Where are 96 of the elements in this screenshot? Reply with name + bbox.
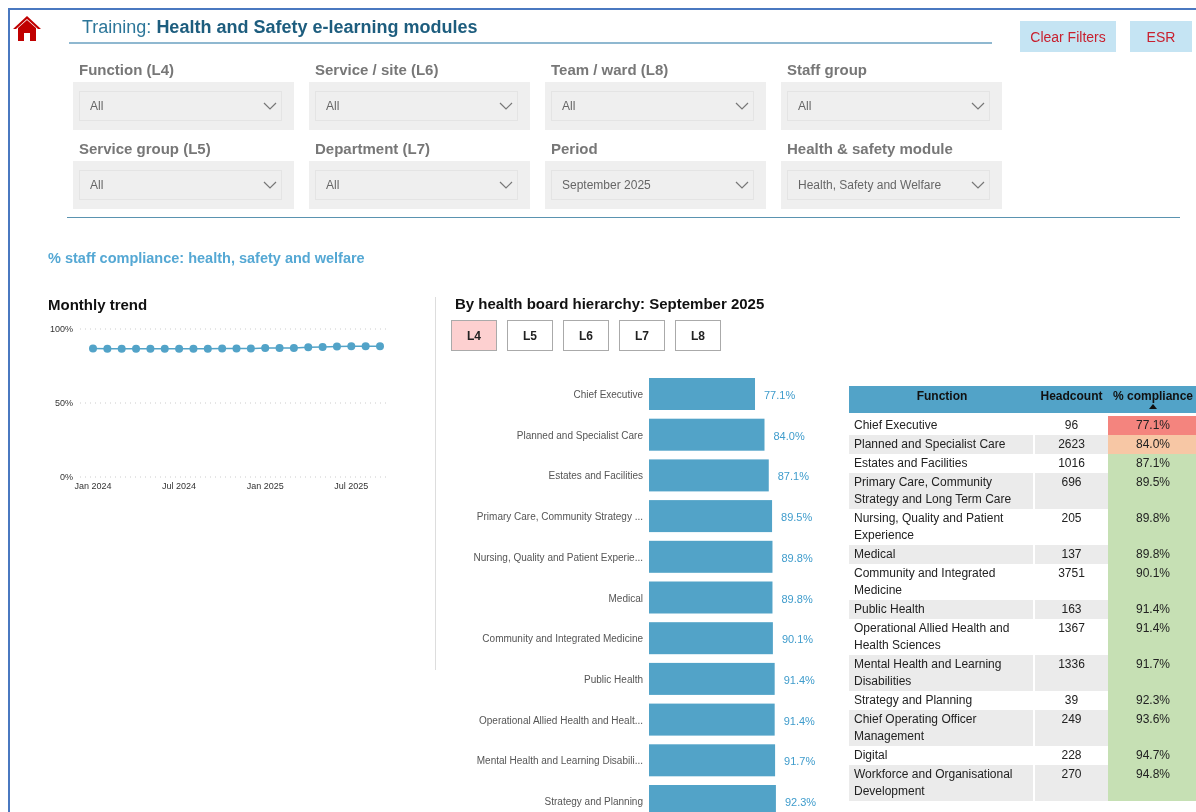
- bar-label: Estates and Facilities: [548, 470, 643, 482]
- table-cell: 2623: [1035, 435, 1108, 454]
- chevron-icon: [499, 181, 513, 189]
- level-button[interactable]: L7: [619, 320, 665, 351]
- chevron-icon: [499, 102, 513, 110]
- compliance-cell: 77.1%: [1108, 416, 1196, 435]
- filter-label: Department (L7): [314, 139, 431, 159]
- table-cell: Chief Operating Officer Management: [849, 710, 1035, 746]
- filter-dropdown[interactable]: All: [79, 170, 282, 200]
- compliance-cell: 92.3%: [1108, 691, 1196, 710]
- compliance-cell: 91.7%: [1108, 655, 1196, 691]
- home-icon[interactable]: [12, 14, 42, 42]
- table-cell: 163: [1035, 600, 1108, 619]
- value-label: 91.7%: [784, 755, 816, 768]
- filter-label: Health & safety module: [786, 139, 954, 159]
- value-label: 77.1%: [764, 389, 796, 401]
- filter-label: Staff group: [786, 60, 868, 80]
- filter-label: Period: [550, 139, 599, 159]
- axis-label: Jan 2025: [246, 481, 284, 491]
- value-label: 89.5%: [781, 511, 813, 524]
- axis-label: Jul 2024: [162, 481, 197, 491]
- value-label: 92.3%: [784, 796, 817, 808]
- value-label: 90.1%: [781, 633, 814, 646]
- compliance-cell: 84.0%: [1108, 435, 1196, 454]
- table-cell: Primary Care, Community Strategy and Long Term Care: [849, 473, 1035, 509]
- bar-label: Medical: [608, 592, 643, 604]
- filter-dropdown[interactable]: All: [315, 170, 518, 200]
- value-label: 91.4%: [783, 714, 815, 727]
- compliance-cell: 89.8%: [1108, 509, 1196, 545]
- filter-dropdown[interactable]: All: [787, 91, 990, 121]
- table-cell: 270: [1035, 765, 1108, 801]
- compliance-cell: 94.8%: [1108, 765, 1196, 801]
- bar-label: Nursing, Quality and Patient Experie...: [473, 551, 643, 563]
- axis-label: 100%: [49, 324, 73, 334]
- bar-label: Mental Health and Learning Disabili...: [476, 755, 643, 767]
- bar-label: Operational Allied Health and Healt...: [479, 714, 643, 726]
- chart-title: Monthly trend: [48, 296, 149, 313]
- value-label: 91.4%: [783, 673, 815, 686]
- chevron-icon: [735, 102, 749, 110]
- chevron-icon: [971, 181, 985, 189]
- filter-label: Team / ward (L8): [550, 60, 670, 80]
- bar-label: Community and Integrated Medicine: [482, 633, 643, 645]
- level-button[interactable]: L6: [563, 320, 609, 351]
- filter-dropdown[interactable]: All: [79, 91, 282, 121]
- filter-dropdown[interactable]: All: [315, 91, 518, 121]
- filter-dropdown[interactable]: September 2025: [551, 170, 754, 200]
- value-label: 89.8%: [781, 551, 813, 564]
- page-title: Training: Health and Safety e-learning modules: [81, 16, 479, 39]
- column-header[interactable]: Headcount: [1040, 389, 1103, 403]
- table-cell: Planned and Specialist Care: [849, 435, 1035, 454]
- bar-label: Strategy and Planning: [544, 796, 643, 807]
- filter-dropdown[interactable]: All: [551, 91, 754, 121]
- table-cell: Public Health: [849, 600, 1035, 619]
- table-cell: 137: [1035, 545, 1108, 564]
- compliance-cell: 94.7%: [1108, 746, 1196, 765]
- axis-label: 50%: [55, 398, 73, 408]
- filter-label: Service / site (L6): [314, 60, 440, 80]
- compliance-cell: 91.4%: [1108, 619, 1196, 655]
- chevron-icon: [263, 181, 277, 189]
- table-cell: Medical: [849, 545, 1035, 564]
- chevron-icon: [263, 102, 277, 110]
- compliance-cell: 90.1%: [1108, 564, 1196, 600]
- value-label: 87.1%: [777, 470, 809, 483]
- column-header[interactable]: % compliance: [1113, 389, 1193, 403]
- bar-label: Planned and Specialist Care: [516, 429, 643, 441]
- value-label: 84.0%: [773, 429, 805, 442]
- bar-label: Chief Executive: [573, 389, 643, 400]
- table-cell: Workforce and Organisational Development: [849, 765, 1035, 801]
- table-cell: 696: [1035, 473, 1108, 509]
- value-label: 89.8%: [781, 592, 813, 605]
- chevron-icon: [735, 181, 749, 189]
- level-button[interactable]: L8: [675, 320, 721, 351]
- filter-label: Function (L4): [78, 60, 175, 80]
- section-title: % staff compliance: health, safety and welfare: [48, 250, 366, 266]
- filter-dropdown[interactable]: Health, Safety and Welfare: [787, 170, 990, 200]
- column-header[interactable]: Function: [916, 389, 968, 403]
- compliance-cell: 89.5%: [1108, 473, 1196, 509]
- axis-label: 0%: [60, 472, 73, 482]
- level-button[interactable]: L4: [451, 320, 497, 351]
- axis-label: Jul 2025: [334, 481, 369, 491]
- chart-title: By health board hierarchy: September 2025: [455, 295, 766, 312]
- compliance-cell: 93.6%: [1108, 710, 1196, 746]
- table-cell: Mental Health and Learning Disabilities: [849, 655, 1035, 691]
- compliance-cell: 89.8%: [1108, 545, 1196, 564]
- axis-label: Jan 2024: [74, 481, 112, 491]
- chevron-icon: [971, 102, 985, 110]
- bar-label: Primary Care, Community Strategy ...: [476, 511, 643, 523]
- level-button[interactable]: L5: [507, 320, 553, 351]
- compliance-cell: 87.1%: [1108, 454, 1196, 473]
- table-cell: 1336: [1035, 655, 1108, 691]
- filter-label: Service group (L5): [78, 139, 212, 159]
- bar-label: Public Health: [584, 673, 643, 685]
- header-button[interactable]: ESR: [1130, 21, 1192, 52]
- table-cell: 249: [1035, 710, 1108, 746]
- header-button[interactable]: Clear Filters: [1020, 21, 1116, 52]
- compliance-cell: 91.4%: [1108, 600, 1196, 619]
